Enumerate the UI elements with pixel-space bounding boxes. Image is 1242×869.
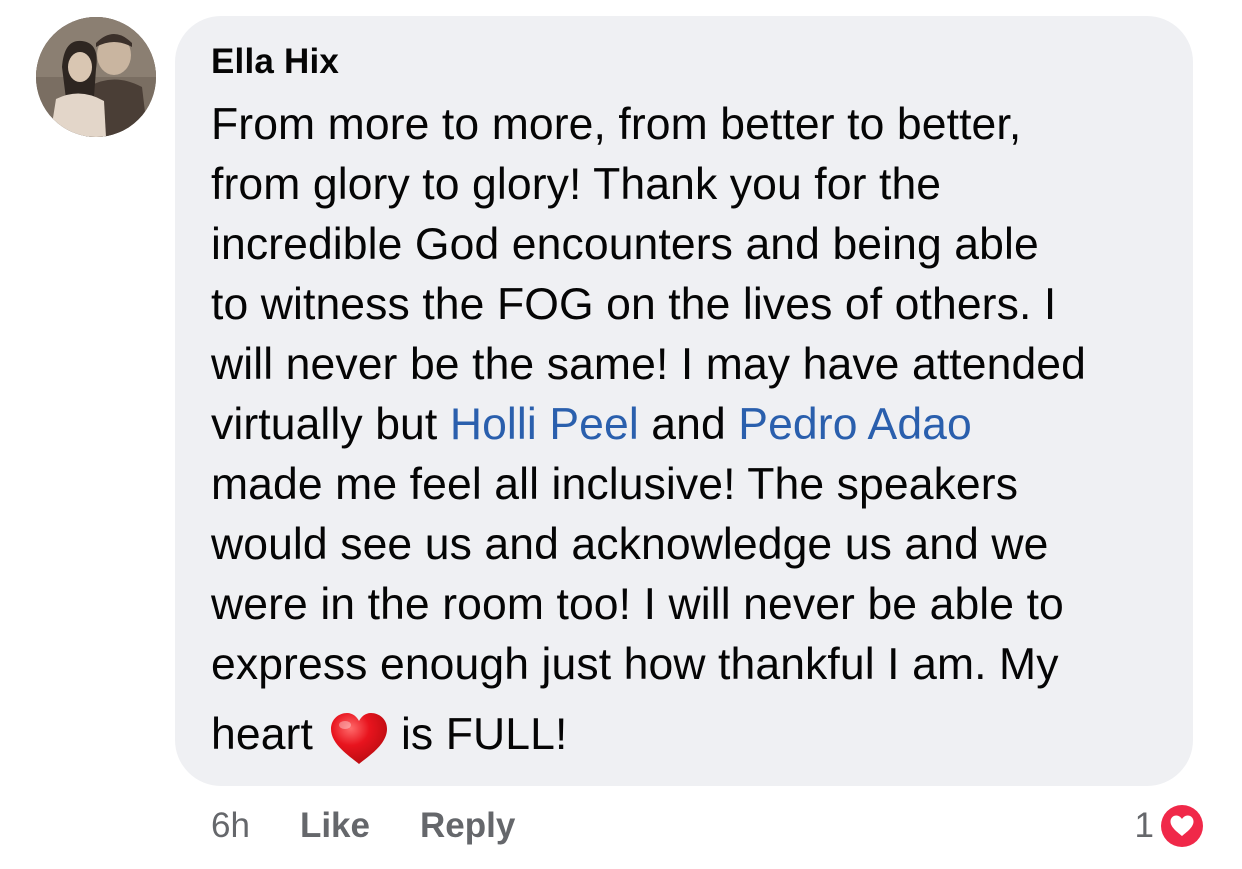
mention-holli-peel[interactable]: Holli Peel [450,400,639,449]
comment-line: incredible God encounters and being able [211,220,1039,269]
comment-text: From more to more, from better to better… [211,95,1163,765]
avatar-photo [36,17,156,137]
comment-bubble: Ella Hix From more to more, from better … [175,16,1193,786]
comment-line: would see us and acknowledge us and we [211,520,1049,569]
comment-timestamp[interactable]: 6h [211,806,250,846]
comment-line: from glory to glory! Thank you for the [211,160,942,209]
avatar[interactable] [36,17,156,137]
text-segment: heart [211,710,313,759]
text-segment: virtually but [211,400,450,449]
text-segment: and [638,400,739,449]
comment-line: will never be the same! I may have atten… [211,340,1087,389]
comment-actions: 6h Like Reply [211,800,565,852]
reply-button[interactable]: Reply [420,806,515,846]
love-icon [1158,802,1206,850]
comment-line-mentions: virtually but Holli Peel and Pedro Adao [211,395,1163,455]
red-heart-emoji-icon [329,712,389,766]
reaction-summary[interactable]: 1 [1135,800,1206,852]
mention-pedro-adao[interactable]: Pedro Adao [738,400,972,449]
comment-author[interactable]: Ella Hix [211,40,1163,84]
like-button[interactable]: Like [300,806,370,846]
comment-line-last: heart is FULL! [211,705,1163,765]
comment-line: made me feel all inclusive! The speakers [211,460,1019,509]
reaction-count: 1 [1134,806,1154,845]
comment-line: express enough just how thankful I am. M… [211,640,1059,689]
comment: Ella Hix From more to more, from better … [0,0,1242,869]
comment-line: to witness the FOG on the lives of other… [211,280,1057,329]
comment-line: were in the room too! I will never be ab… [211,580,1064,629]
comment-line: From more to more, from better to better… [211,100,1022,149]
text-segment: is FULL! [400,710,568,759]
